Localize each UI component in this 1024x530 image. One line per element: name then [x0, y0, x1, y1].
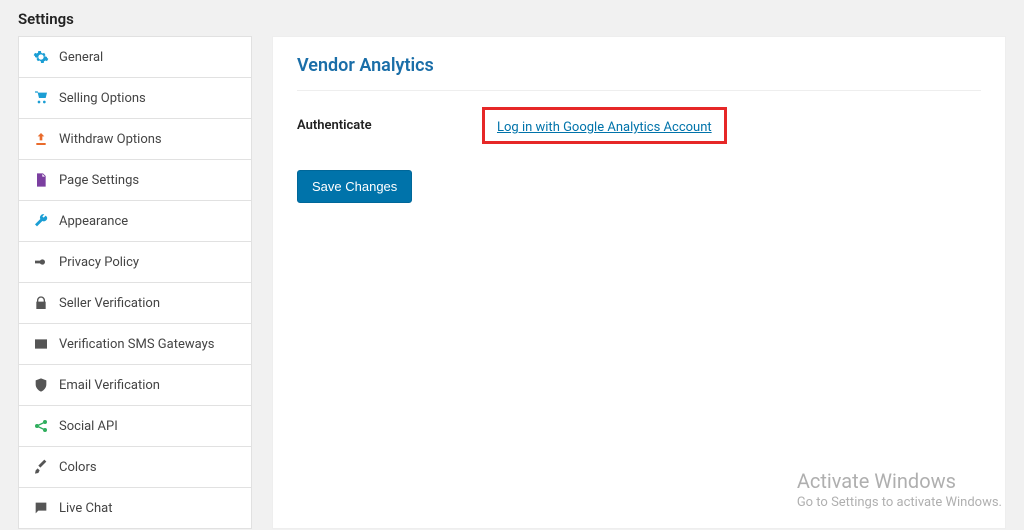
- upload-icon: [33, 131, 49, 147]
- gear-icon: [33, 49, 49, 65]
- shield-icon: [33, 377, 49, 393]
- key-icon: [33, 254, 49, 270]
- sidebar-item-email-verification[interactable]: Email Verification: [18, 365, 252, 406]
- watermark-sub: Go to Settings to activate Windows.: [797, 495, 1002, 510]
- highlight-box: Log in with Google Analytics Account: [482, 107, 727, 144]
- sidebar-item-label: Selling Options: [59, 91, 146, 106]
- watermark-title: Activate Windows: [797, 469, 1002, 493]
- sidebar-item-privacy-policy[interactable]: Privacy Policy: [18, 242, 252, 283]
- sidebar-item-selling-options[interactable]: Selling Options: [18, 78, 252, 119]
- google-analytics-login-link[interactable]: Log in with Google Analytics Account: [497, 120, 712, 135]
- sidebar-item-label: Email Verification: [59, 378, 160, 393]
- mail-icon: [33, 336, 49, 352]
- page-icon: [33, 172, 49, 188]
- sidebar-item-label: Live Chat: [59, 501, 112, 516]
- sidebar-item-label: Colors: [59, 460, 97, 475]
- lock-icon: [33, 295, 49, 311]
- sidebar-item-label: Appearance: [59, 214, 128, 229]
- sidebar-item-label: Social API: [59, 419, 118, 434]
- sidebar-item-label: Withdraw Options: [59, 132, 162, 147]
- sidebar-item-seller-verification[interactable]: Seller Verification: [18, 283, 252, 324]
- share-icon: [33, 418, 49, 434]
- authenticate-row: Authenticate Log in with Google Analytic…: [297, 107, 981, 144]
- authenticate-label: Authenticate: [297, 118, 482, 133]
- sidebar-item-page-settings[interactable]: Page Settings: [18, 160, 252, 201]
- settings-main-panel: Vendor Analytics Authenticate Log in wit…: [272, 36, 1006, 529]
- sidebar-item-label: Seller Verification: [59, 296, 160, 311]
- settings-layout: General Selling Options Withdraw Options…: [0, 36, 1024, 529]
- sidebar-item-verification-sms-gateways[interactable]: Verification SMS Gateways: [18, 324, 252, 365]
- sidebar-item-label: Privacy Policy: [59, 255, 139, 270]
- sidebar-item-general[interactable]: General: [18, 36, 252, 78]
- chat-icon: [33, 500, 49, 516]
- settings-sidebar: General Selling Options Withdraw Options…: [18, 36, 252, 529]
- sidebar-item-label: Page Settings: [59, 173, 139, 188]
- sidebar-item-social-api[interactable]: Social API: [18, 406, 252, 447]
- sidebar-item-live-chat[interactable]: Live Chat: [18, 488, 252, 529]
- brush-icon: [33, 459, 49, 475]
- sidebar-item-label: General: [59, 50, 103, 65]
- wrench-icon: [33, 213, 49, 229]
- page-title: Settings: [0, 0, 1024, 36]
- sidebar-item-withdraw-options[interactable]: Withdraw Options: [18, 119, 252, 160]
- section-title: Vendor Analytics: [297, 55, 981, 91]
- save-changes-button[interactable]: Save Changes: [297, 170, 412, 203]
- windows-activation-watermark: Activate Windows Go to Settings to activ…: [797, 469, 1002, 510]
- cart-icon: [33, 90, 49, 106]
- sidebar-item-colors[interactable]: Colors: [18, 447, 252, 488]
- sidebar-item-label: Verification SMS Gateways: [59, 337, 214, 352]
- sidebar-item-appearance[interactable]: Appearance: [18, 201, 252, 242]
